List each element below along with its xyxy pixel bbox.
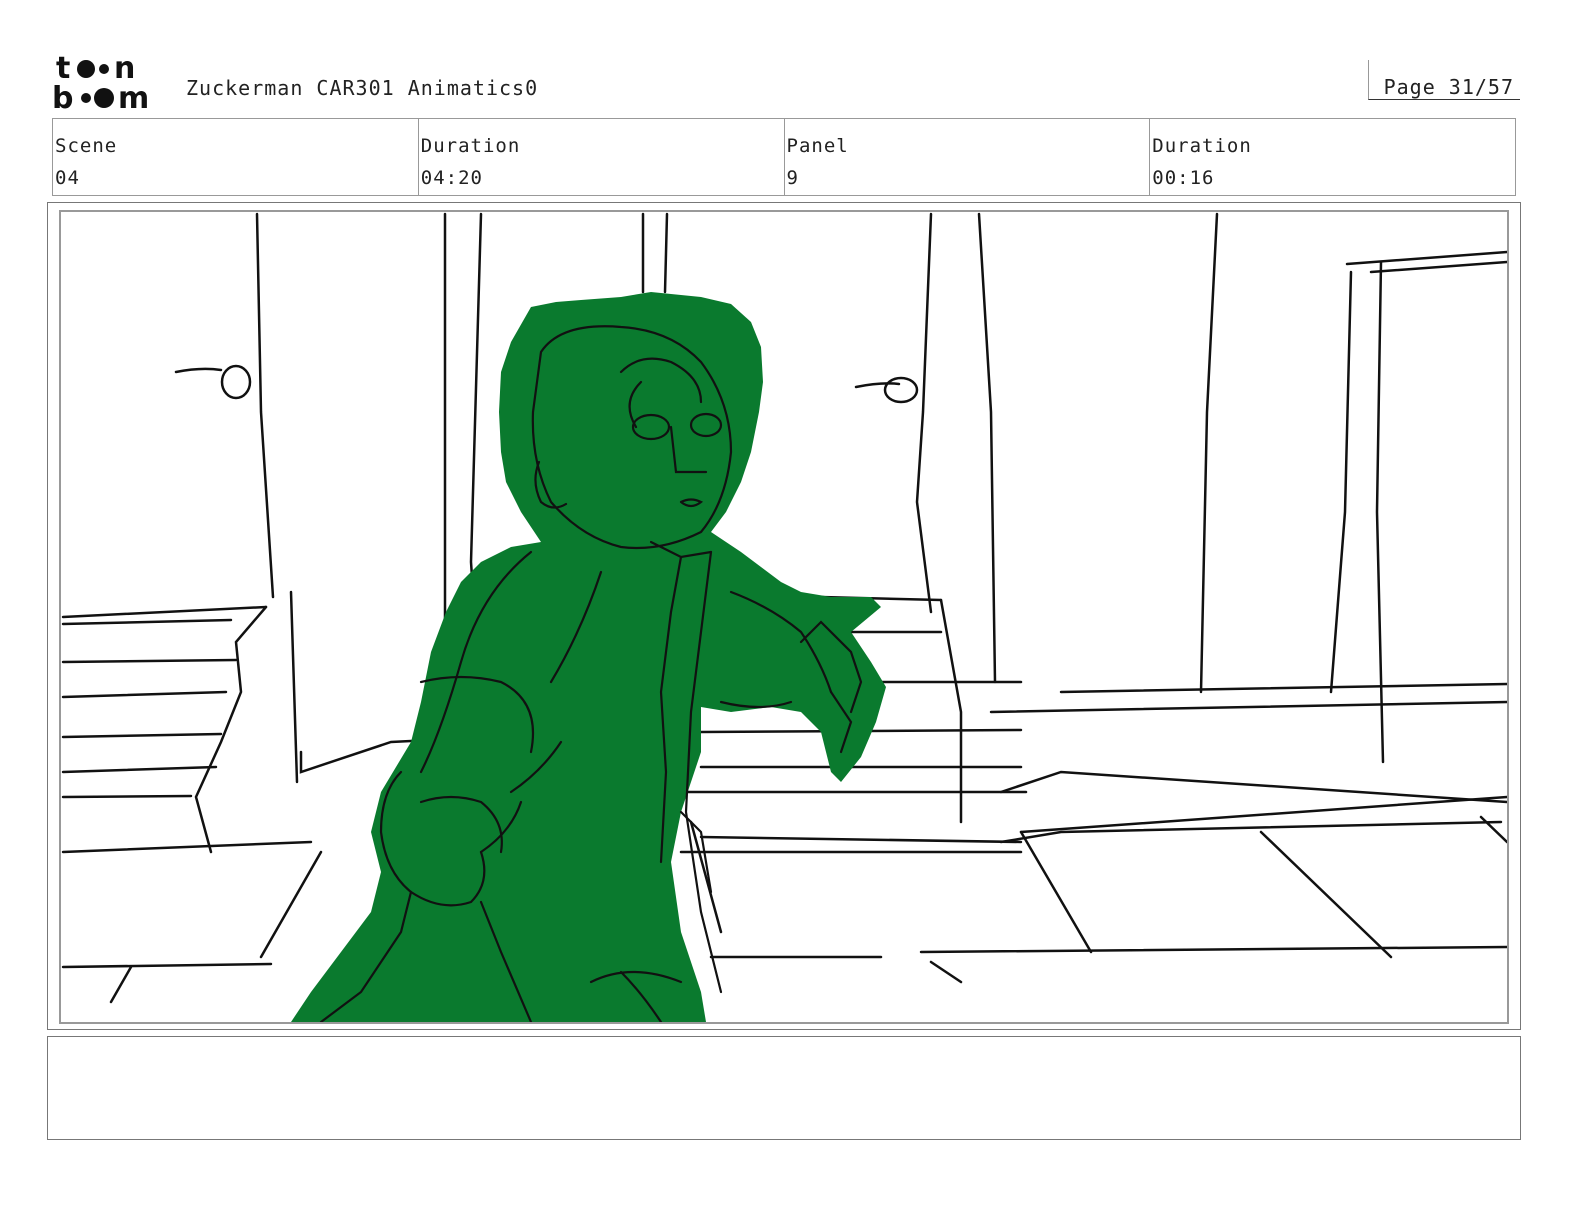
scene-duration-value: 04:20 [420, 167, 483, 189]
sketch-drawing [61, 212, 1507, 1022]
panel-duration-label: Duration [1152, 135, 1252, 157]
panel-cell: Panel 9 [785, 119, 1151, 195]
panel-duration-value: 00:16 [1152, 167, 1215, 189]
scene-cell: Scene 04 [53, 119, 419, 195]
svg-text:b: b [52, 81, 73, 112]
scene-label: Scene [55, 135, 118, 157]
panel-value: 9 [786, 167, 799, 189]
scene-info-row: Scene 04 Duration 04:20 Panel 9 Duration… [52, 118, 1516, 196]
scene-duration-cell: Duration 04:20 [419, 119, 785, 195]
page-indicator: Page 31/57 [1368, 60, 1520, 100]
toonboom-logo: t n b m [52, 52, 149, 112]
storyboard-panel-image [59, 210, 1509, 1024]
document-title: Zuckerman CAR301 Animatics0 [186, 76, 539, 100]
scene-duration-label: Duration [420, 135, 521, 157]
svg-text:m: m [118, 81, 149, 112]
page-number: Page 31/57 [1383, 75, 1514, 99]
panel-notes-box [47, 1036, 1521, 1140]
panel-label: Panel [786, 135, 849, 157]
panel-duration-cell: Duration 00:16 [1150, 119, 1515, 195]
character-figure [291, 292, 886, 1022]
scene-value: 04 [55, 167, 80, 189]
